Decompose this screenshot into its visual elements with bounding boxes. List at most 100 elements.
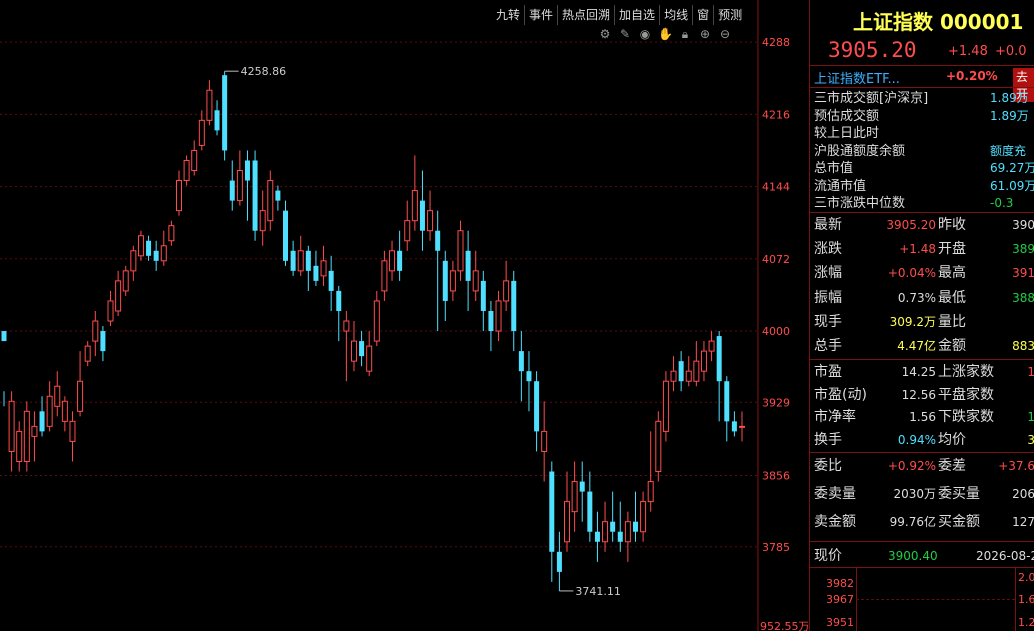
candle-body [115,280,122,312]
candle-body [198,119,205,146]
candle-body [442,260,448,301]
candle-body [100,331,106,352]
current-price-value: 3900.40 [888,549,938,563]
candle-body [259,210,266,232]
candle-body [267,180,274,222]
candle-body [54,385,61,407]
quotes-label: 涨跌 [814,241,842,258]
orders-value: 2030万 [893,487,936,501]
ratios-value: 1.56 [909,410,936,424]
quotes-value: 388 [1012,290,1034,305]
y-tick-label: 3856 [762,470,790,483]
toolbar-jiuzhuan-button[interactable]: 九转 [492,5,524,25]
candle-body [571,481,578,513]
candle-body [297,250,304,272]
candle-body [739,425,745,428]
candle-body [685,370,692,382]
candle-body [381,260,388,292]
candle-body [624,521,631,543]
candle-body [252,160,258,231]
candle-body [541,430,548,452]
hand-icon[interactable]: ✋ [658,27,673,42]
quotes-value: 0.73% [897,290,936,305]
candle-body [549,471,555,552]
index-change-pct: +0.0 [995,44,1027,59]
quotes-value: 391 [1012,266,1034,281]
candle-body [146,240,152,256]
quotes-label: 最低 [938,289,966,306]
orders-label: 卖金额 [814,514,856,530]
quotes-value: 309.2万 [889,314,936,329]
ratios-label: 平盘家数 [938,386,994,403]
high-price-label: 4258.86 [241,65,286,78]
candle-body [244,160,250,181]
candle-body [534,381,540,432]
candle-body [290,250,296,271]
candle-body [1,331,7,342]
toolbar-add-watchlist-button[interactable]: 加自选 [614,5,659,25]
candle-body [411,190,418,222]
pen-icon[interactable]: ✎ [618,27,632,42]
stat-label: 沪股通额度余额 [814,143,906,159]
ratios-value: 1 [990,362,1034,382]
candle-body [359,341,365,357]
candle-body [465,250,471,281]
toolbar-hotspot-button[interactable]: 热点回溯 [557,5,614,25]
stat-label: 较上日此时 [814,126,880,141]
candle-body [640,501,647,533]
toolbar-ma-button[interactable]: 均线 [659,5,692,25]
y-tick-label: 4000 [762,325,790,338]
candle-body [647,481,654,503]
quotes-label: 量比 [938,313,966,330]
low-price-label: 3741.11 [575,585,621,598]
zoom-out-icon[interactable]: ⊖ [718,27,732,42]
etf-pct: +0.20% [946,69,998,83]
candle-body [457,230,464,272]
chart-tool-icons: ⚙ ✎ ◉ ✋ 🔒︎ ⊕ ⊖ [598,27,732,42]
candle-body [175,180,182,212]
candle-body [472,270,479,292]
quotes-value: 883 [1012,339,1034,353]
candle-body [229,180,235,201]
candle-body [716,336,722,382]
orders-label: 委比 [814,458,842,474]
stat-label: 流通市值 [814,178,867,194]
kline-chart[interactable]: 4288 4216 4144 4072 4000 3929 3856 3785 952.55万 4… [0,0,808,631]
candle-body [320,260,327,277]
index-price: 3905.20 [828,38,917,62]
candle-body [153,250,159,261]
toolbar-forecast-button[interactable]: 预测 [713,5,746,25]
eye-icon[interactable]: ◉ [638,27,652,42]
candle-body [419,200,425,231]
ratios-value: 1 [990,407,1034,427]
candle-body [587,491,593,532]
kline-chart-area[interactable]: 4288 4216 4144 4072 4000 3929 3856 3785 952.55万 4… [0,0,808,631]
divider [810,541,1034,542]
candle-body [488,310,494,332]
divider [810,212,1034,213]
toolbar-window-button[interactable]: 窗 [692,5,713,25]
zoom-in-icon[interactable]: ⊕ [698,27,712,42]
etf-link[interactable]: 上证指数ETF... [814,68,900,87]
candle-body [130,250,137,272]
ratios-value: 12.56 [901,387,936,402]
lock-icon[interactable]: 🔒︎ [678,27,692,42]
candle-body [206,89,213,121]
settings-icon[interactable]: ⚙ [598,27,612,42]
stat-value: 69.27万 [990,161,1034,175]
candle-body [526,371,532,382]
candle-body [404,220,411,242]
stat-label: 预估成交额 [814,108,880,124]
orders-value: 99.76亿 [889,515,936,529]
candle-body [92,320,99,342]
candle-body [31,425,38,437]
candle-body [655,420,662,473]
mini-axis-label: 2.0 [1018,571,1034,584]
candle-body [366,345,373,372]
candle-body [39,411,45,432]
divider [810,359,1034,360]
candle-body [191,149,198,172]
ratios-value: 14.25 [901,365,936,379]
toolbar-event-button[interactable]: 事件 [524,5,557,25]
quotes-value: +1.48 [899,242,936,257]
